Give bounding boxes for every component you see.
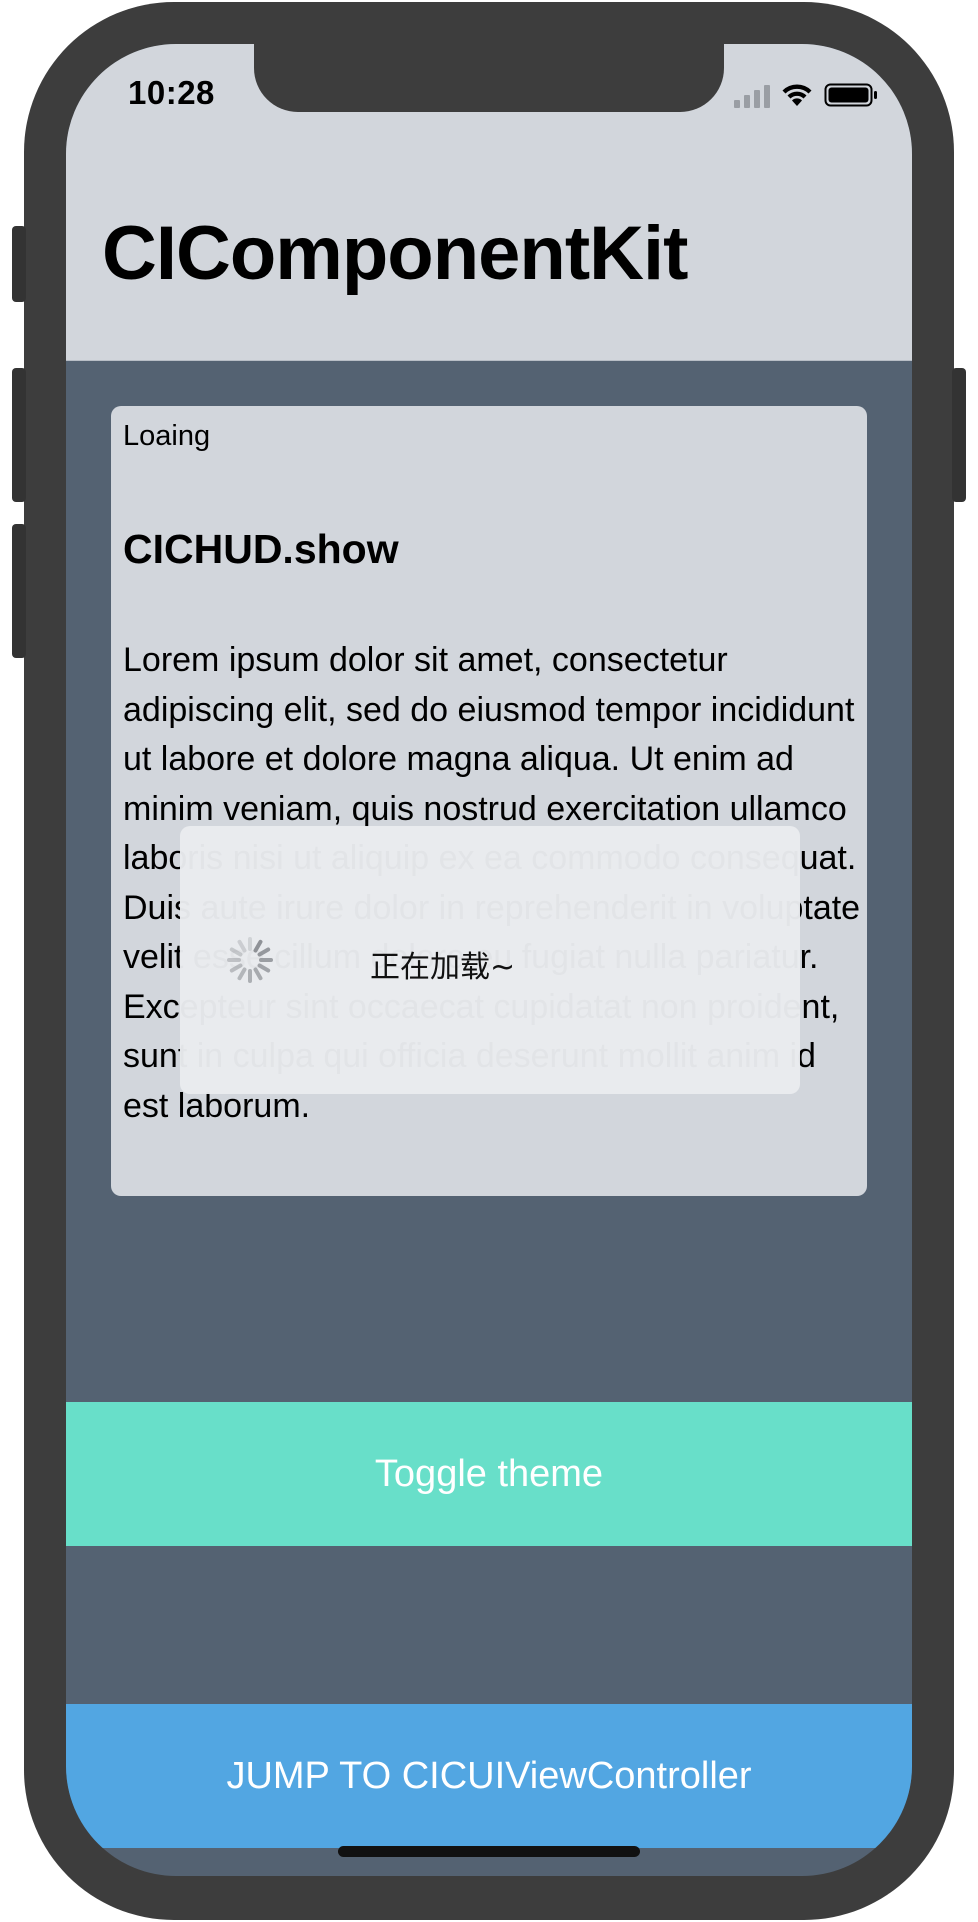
power-button: [952, 368, 966, 502]
toggle-theme-label: Toggle theme: [374, 1452, 604, 1495]
simulator-stage: 10:28 CIComponentKit Loaing CICHUD.show …: [0, 0, 978, 1922]
loading-hud: 正在加载~: [180, 826, 800, 1094]
volume-down-button: [12, 524, 26, 658]
card-title: CICHUD.show: [123, 526, 399, 572]
mute-switch: [12, 226, 26, 302]
battery-icon: [824, 82, 878, 108]
status-time: 10:28: [128, 74, 215, 111]
home-indicator[interactable]: [338, 1846, 640, 1857]
volume-up-button: [12, 368, 26, 502]
status-icons: [734, 82, 878, 108]
jump-button-label: JUMP TO CICUIViewController: [226, 1754, 752, 1797]
toggle-theme-button[interactable]: Toggle theme: [66, 1402, 912, 1546]
wifi-icon: [780, 82, 814, 108]
card-label: Loaing: [123, 420, 211, 452]
notch: [254, 44, 724, 112]
page-title: CIComponentKit: [102, 211, 688, 296]
cellular-signal-icon: [734, 84, 770, 108]
device-screen: 10:28 CIComponentKit Loaing CICHUD.show …: [66, 44, 912, 1876]
navigation-bar: 10:28 CIComponentKit: [66, 44, 912, 361]
activity-spinner-icon: [226, 936, 274, 984]
jump-to-controller-button[interactable]: JUMP TO CICUIViewController: [66, 1704, 912, 1848]
hud-message: 正在加载~: [370, 950, 516, 985]
